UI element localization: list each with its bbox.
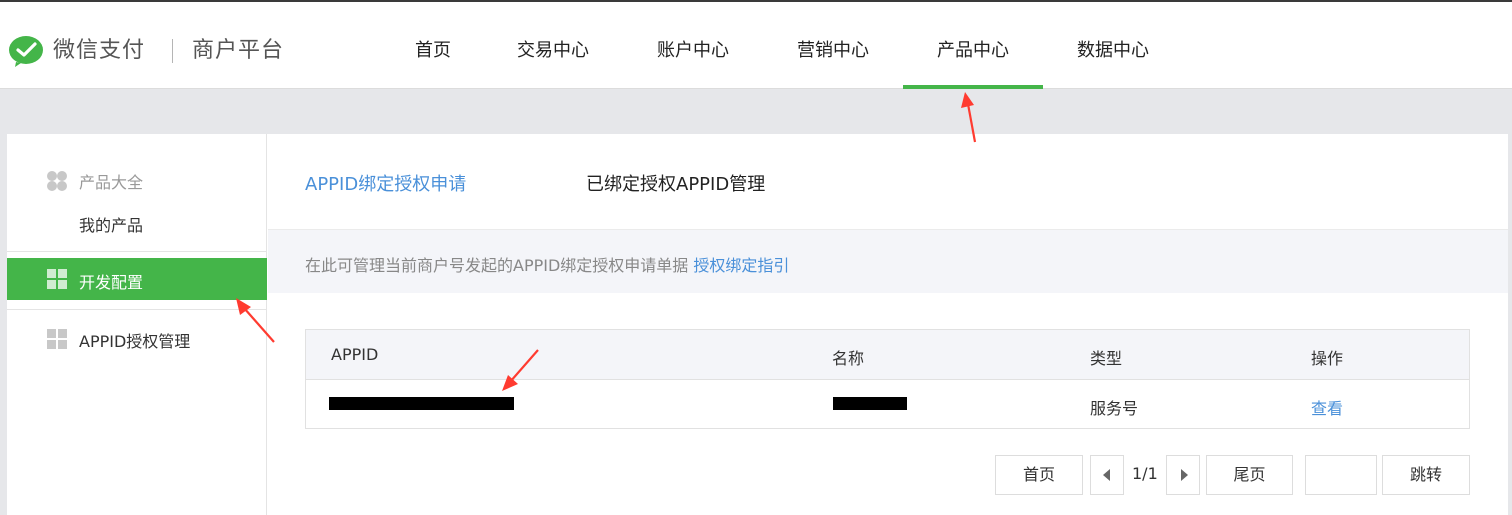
- products-icon: [47, 171, 67, 191]
- sidebar: 产品大全 我的产品 开发配置 APPID授权管理: [7, 134, 267, 515]
- chevron-left-icon: [1103, 469, 1110, 481]
- prev-page-button[interactable]: [1090, 455, 1124, 495]
- last-page-button[interactable]: 尾页: [1206, 455, 1293, 495]
- column-header-name: 名称: [832, 349, 865, 368]
- column-header-appid: APPID: [331, 345, 379, 364]
- notice-message: 在此可管理当前商户号发起的APPID绑定授权申请单据: [305, 256, 694, 275]
- grid-icon: [47, 269, 67, 289]
- brand-divider: [172, 39, 173, 63]
- sidebar-item-appid-auth[interactable]: APPID授权管理: [7, 318, 267, 360]
- platform-name: 商户平台: [192, 38, 285, 63]
- notice-guide-link[interactable]: 授权绑定指引: [693, 256, 789, 275]
- notice-text: 在此可管理当前商户号发起的APPID绑定授权申请单据 授权绑定指引: [305, 252, 789, 276]
- grid-icon: [47, 329, 67, 349]
- nav-data-center[interactable]: 数据中心: [1043, 2, 1183, 89]
- wechat-pay-logo-icon: [9, 36, 43, 67]
- content-area: APPID绑定授权申请 已绑定授权APPID管理 在此可管理当前商户号发起的AP…: [268, 134, 1508, 515]
- sidebar-item-dev-config[interactable]: 开发配置: [7, 258, 267, 300]
- tab-bound-appid-manage[interactable]: 已绑定授权APPID管理: [586, 170, 765, 196]
- page-jump-input[interactable]: [1305, 455, 1377, 495]
- nav-marketing-center[interactable]: 营销中心: [763, 2, 903, 89]
- annotation-arrow-icon: [236, 298, 275, 343]
- column-header-type: 类型: [1090, 349, 1123, 368]
- tab-appid-bind-apply[interactable]: APPID绑定授权申请: [305, 170, 466, 196]
- nav-product-center[interactable]: 产品中心: [903, 2, 1043, 89]
- top-header: 微信支付 商户平台 首页 交易中心 账户中心 营销中心 产品中心 数据中心: [0, 2, 1512, 89]
- first-page-button[interactable]: 首页: [995, 455, 1083, 495]
- column-header-action: 操作: [1311, 349, 1344, 368]
- notice-bar: 在此可管理当前商户号发起的APPID绑定授权申请单据 授权绑定指引: [268, 229, 1508, 293]
- page-indicator: 1/1: [1132, 464, 1158, 483]
- chevron-right-icon: [1181, 469, 1188, 481]
- sidebar-item-label: 开发配置: [79, 273, 144, 292]
- cell-type: 服务号: [1090, 399, 1139, 418]
- next-page-button[interactable]: [1166, 455, 1200, 495]
- nav-trade-center[interactable]: 交易中心: [483, 2, 623, 89]
- table-header: APPID 名称 类型 操作: [306, 330, 1469, 380]
- brand-name: 微信支付: [53, 38, 146, 63]
- annotation-arrow-icon: [961, 92, 977, 143]
- redacted-appid: [329, 397, 514, 410]
- sidebar-group-products[interactable]: 产品大全: [79, 169, 143, 193]
- jump-button[interactable]: 跳转: [1382, 455, 1470, 495]
- view-link[interactable]: 查看: [1311, 395, 1343, 419]
- nav-home[interactable]: 首页: [363, 2, 503, 89]
- annotation-arrow-icon: [502, 349, 539, 391]
- sidebar-item-label: APPID授权管理: [79, 332, 191, 351]
- nav-account-center[interactable]: 账户中心: [623, 2, 763, 89]
- redacted-name: [833, 397, 907, 410]
- sidebar-divider: [7, 309, 267, 310]
- sidebar-item-my-products[interactable]: 我的产品: [79, 212, 143, 236]
- sidebar-divider: [7, 251, 267, 252]
- appid-table: APPID 名称 类型 操作 服务号 查看: [305, 329, 1470, 429]
